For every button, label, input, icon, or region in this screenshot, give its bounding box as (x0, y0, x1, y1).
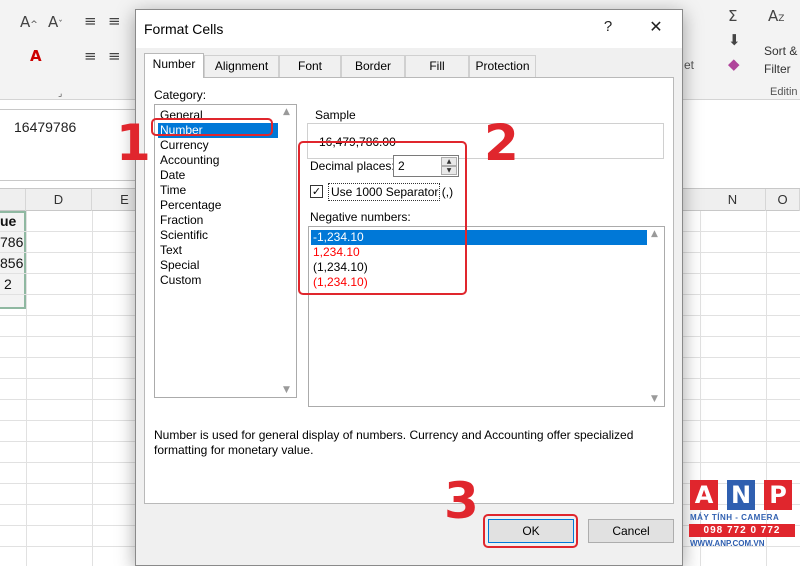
tab-fill[interactable]: Fill (405, 55, 469, 77)
logo-subtitle: MÁY TÍNH - CAMERA (690, 513, 780, 522)
highlight-ok-button (483, 514, 578, 548)
ribbon-partial-label: et (684, 58, 695, 72)
tab-font[interactable]: Font (279, 55, 341, 77)
fill-icon[interactable]: ⬇ (728, 32, 741, 48)
column-header[interactable] (0, 189, 26, 211)
scroll-up-icon[interactable]: ▲ (651, 229, 658, 239)
align-middle-icon[interactable]: ≡ (108, 13, 121, 29)
align-left-icon[interactable]: ≡ (84, 48, 97, 64)
sample-label: Sample (315, 108, 356, 122)
gridline (92, 211, 93, 566)
category-item-custom[interactable]: Custom (158, 273, 278, 288)
category-item-special[interactable]: Special (158, 258, 278, 273)
formula-value: 16479786 (14, 119, 77, 135)
logo-letter: N (727, 480, 755, 510)
category-item-date[interactable]: Date (158, 168, 278, 183)
scroll-down-icon[interactable]: ▼ (651, 394, 658, 404)
cell-value[interactable]: 856 (0, 255, 23, 271)
dialog-title-bar[interactable]: Format Cells ? ✕ (136, 10, 682, 48)
clear-icon[interactable]: ◆ (728, 56, 740, 72)
cancel-button[interactable]: Cancel (588, 519, 674, 543)
font-grow-icon[interactable]: A^ (20, 14, 38, 33)
tab-number[interactable]: Number (144, 53, 204, 78)
cell-value[interactable]: 2 (4, 276, 12, 292)
negative-list-scrollbar[interactable]: ▲ ▼ (648, 227, 664, 406)
category-description: Number is used for general display of nu… (154, 428, 634, 457)
align-center-icon[interactable]: ≡ (108, 48, 121, 64)
category-item-text[interactable]: Text (158, 243, 278, 258)
step-number-3: 3 (444, 472, 479, 530)
editing-group-label: Editin (770, 86, 798, 98)
step-number-2: 2 (484, 114, 519, 172)
highlight-number-category (151, 118, 273, 136)
dialog-tabs: Number Alignment Font Border Fill Protec… (144, 53, 674, 78)
step-number-1: 1 (116, 114, 151, 172)
tab-border[interactable]: Border (341, 55, 405, 77)
category-item-fraction[interactable]: Fraction (158, 213, 278, 228)
align-top-icon[interactable]: ≡ (84, 13, 97, 29)
column-header-o[interactable]: O (766, 189, 800, 211)
anp-logo: A N P MÁY TÍNH - CAMERA 098 772 0 772 WW… (687, 480, 797, 560)
category-label: Category: (154, 88, 207, 102)
sort-filter-icon[interactable]: AZ (768, 8, 784, 27)
font-shrink-icon[interactable]: Aˇ (48, 14, 63, 33)
sort-filter-label-1[interactable]: Sort & (764, 44, 797, 58)
category-scrollbar[interactable]: ▲ ▼ (280, 105, 296, 397)
cell-value[interactable]: 786 (0, 234, 23, 250)
tab-protection[interactable]: Protection (469, 55, 536, 77)
column-header-d[interactable]: D (26, 189, 92, 211)
help-button[interactable]: ? (598, 18, 618, 40)
cell-header[interactable]: ue (0, 213, 16, 229)
font-color-icon[interactable]: A (30, 48, 42, 64)
scroll-up-icon[interactable]: ▲ (283, 107, 290, 117)
logo-letter: P (764, 480, 792, 510)
logo-phone: 098 772 0 772 (689, 524, 795, 537)
logo-website: WWW.ANP.COM.VN (690, 539, 765, 548)
dialog-launcher-icon[interactable]: ⌟ (58, 86, 62, 102)
sort-filter-label-2[interactable]: Filter (764, 62, 791, 76)
category-item-currency[interactable]: Currency (158, 138, 278, 153)
dialog-title: Format Cells (144, 21, 224, 37)
category-item-time[interactable]: Time (158, 183, 278, 198)
tab-alignment[interactable]: Alignment (204, 55, 279, 77)
highlight-number-options (298, 141, 467, 295)
category-list[interactable]: General Number Currency Accounting Date … (154, 104, 297, 398)
logo-letter: A (690, 480, 718, 510)
column-header-n[interactable]: N (700, 189, 766, 211)
gridline (26, 211, 27, 566)
category-item-scientific[interactable]: Scientific (158, 228, 278, 243)
scroll-down-icon[interactable]: ▼ (283, 385, 290, 395)
category-item-accounting[interactable]: Accounting (158, 153, 278, 168)
autosum-icon[interactable]: Σ (728, 8, 737, 24)
category-item-percentage[interactable]: Percentage (158, 198, 278, 213)
close-button[interactable]: ✕ (644, 17, 668, 41)
